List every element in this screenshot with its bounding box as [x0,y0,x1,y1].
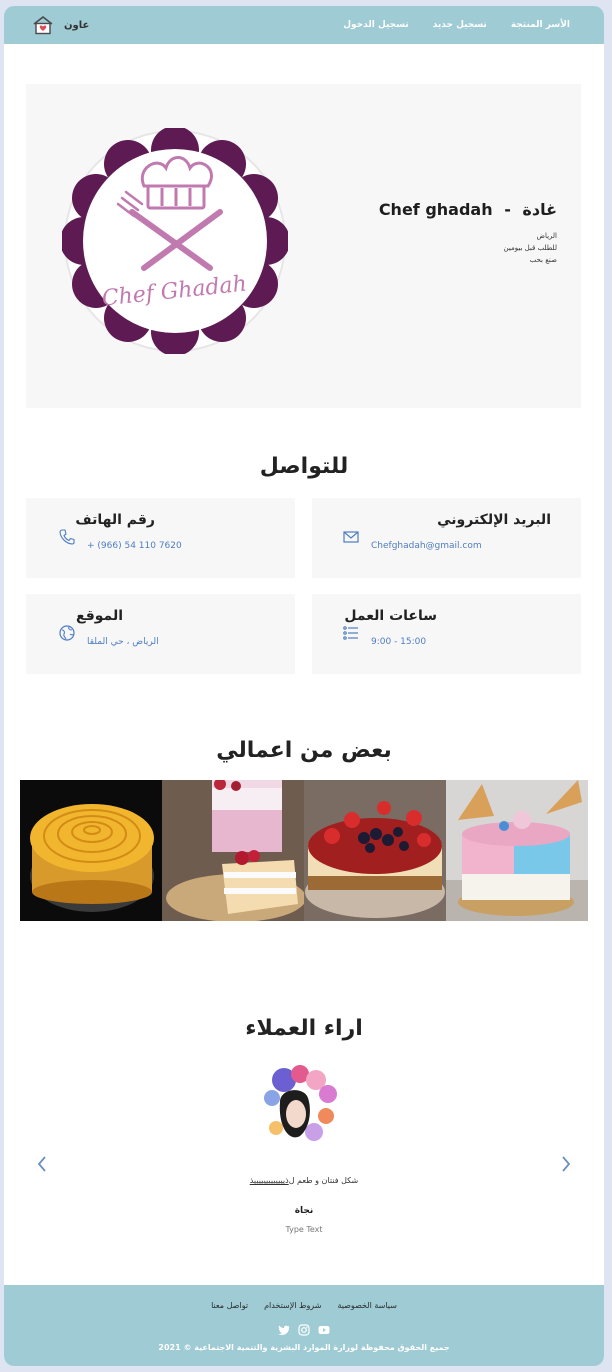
youtube-icon[interactable] [318,1321,330,1334]
reviewer-avatar [256,1060,348,1152]
phone-value[interactable]: + (966) 54 110 7620 [87,541,182,551]
review-text: شكل فنتان و طعم لذيييييييييييييذ [4,1176,604,1185]
twitter-icon[interactable] [278,1321,290,1336]
nav-productive-families[interactable]: الأسر المنتجة [511,20,570,30]
location-card: الموقع الرياض ، حي الملقا [26,594,295,674]
chef-details: الرياض للطلب قبل بيومين صنع بحب [504,230,557,266]
reviews-title: اراء العملاء [245,1016,363,1041]
contact-title: للتواصل [259,454,349,479]
review-text-prefix: شكل فنتان و طعم ل [288,1176,359,1185]
phone-icon [59,529,75,545]
globe-icon [59,625,75,641]
brand[interactable]: عاون [32,14,89,36]
footer-copyright: جميع الحقوق محفوظة لوزارة الموارد البشري… [158,1343,450,1352]
email-label: البريد الإلكتروني [437,512,551,528]
list-icon [343,626,358,640]
chef-city: الرياض [536,232,557,240]
house-heart-icon [33,15,53,35]
brand-name: عاون [64,19,90,31]
footer-social [4,1321,604,1336]
chef-tagline: صنع بحب [529,256,557,264]
chef-order-note: للطلب قبل بيومين [503,244,557,252]
instagram-icon[interactable] [298,1321,310,1336]
layered-berry-cake-photo[interactable] [162,780,304,921]
hours-label: ساعات العمل [344,608,437,624]
reviewer-name: نجاة [294,1206,314,1216]
phone-label: رقم الهاتف [75,512,155,528]
chef-name-en: Chef ghadah [378,200,493,219]
hours-card: ساعات العمل 9:00 - 15:00 [312,594,581,674]
main-nav: الأسر المنتجة تسجيل جديد تسجيل الدخول [343,6,570,44]
chef-logo: Chef Ghadah [62,128,288,354]
phone-card: رقم الهاتف + (966) 54 110 7620 [26,498,295,578]
berry-cheesecake-photo[interactable] [304,780,446,921]
page-frame: عاون الأسر المنتجة تسجيل جديد تسجيل الدخ… [4,6,604,1366]
email-value[interactable]: Chefghadah@gmail.com [371,541,482,551]
envelope-icon [343,531,359,543]
chevron-right-icon[interactable] [558,1154,574,1174]
works-title: بعض من اعمالي [216,738,392,763]
review-text-underlined: ذيييييييييييييذ [249,1176,289,1185]
footer-privacy-link[interactable]: سياسة الخصوصية [337,1301,396,1310]
location-value: الرياض ، حي الملقا [87,637,159,647]
top-navigation-bar: عاون الأسر المنتجة تسجيل جديد تسجيل الدخ… [4,6,604,44]
footer-links: سياسة الخصوصية شروط الإستخدام تواصل معنا [4,1301,604,1310]
hours-value: 9:00 - 15:00 [371,637,427,647]
nav-register[interactable]: تسجيل جديد [433,20,487,30]
chevron-left-icon[interactable] [34,1154,50,1174]
chef-title: غادة - Chef ghadah [379,200,557,219]
email-card: البريد الإلكتروني Chefghadah@gmail.com [312,498,581,578]
works-gallery [20,780,588,921]
nav-login[interactable]: تسجيل الدخول [343,20,408,30]
ice-cream-drip-cake-photo[interactable] [446,780,588,921]
footer: سياسة الخصوصية شروط الإستخدام تواصل معنا… [4,1285,604,1366]
mango-rose-cake-photo[interactable] [20,780,162,921]
title-separator: - [504,200,511,219]
location-label: الموقع [76,608,123,624]
reviewer-role: Type Text [285,1225,323,1234]
chef-name-ar: غادة [522,200,557,219]
chef-profile-hero: Chef Ghadah غادة - Chef ghadah الرياض لل… [26,84,581,408]
footer-terms-link[interactable]: شروط الإستخدام [264,1301,321,1310]
footer-contact-link[interactable]: تواصل معنا [211,1301,248,1310]
